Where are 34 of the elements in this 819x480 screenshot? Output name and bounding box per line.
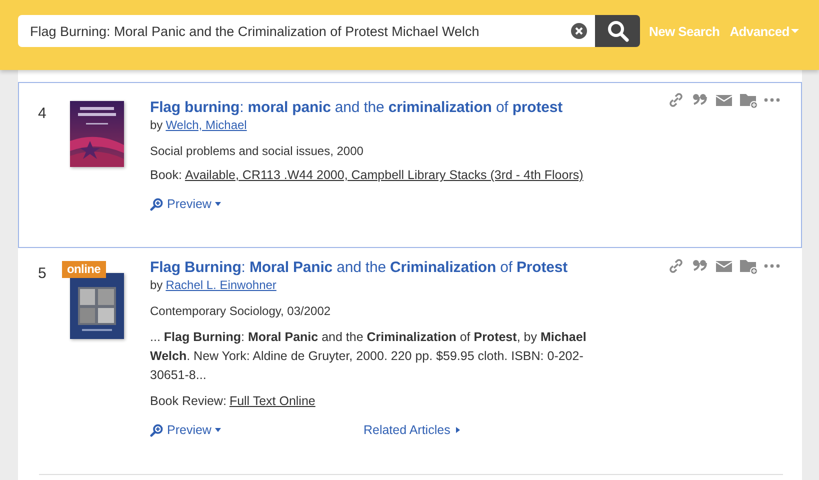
byline-text: by: [150, 117, 163, 133]
link-icon[interactable]: [667, 91, 685, 109]
zoom-icon: [150, 198, 163, 210]
result-title[interactable]: Flag Burning: Moral Panic and the Criminalization of Protest: [150, 259, 620, 277]
search-icon: [606, 20, 628, 42]
search-button[interactable]: [595, 15, 640, 47]
source-text: Contemporary Sociology, 03/2002: [150, 303, 332, 319]
snippet-text: ... Flag Burning: Moral Panic and the Criminalization of Protest, by Michael Welch. New York: Aldine de Gruyter, 2000. 220 pp. $59.95 cloth. ISBN: 0-202-30651-8...: [150, 329, 588, 384]
byline-text: by: [150, 277, 163, 293]
preview-dropdown[interactable]: Preview: [150, 197, 222, 211]
format-label: Book:: [150, 167, 182, 183]
search-field[interactable]: Flag Burning: Moral Panic and the Criminalization of Protest Michael Welch: [18, 15, 595, 47]
online-badge: online: [62, 261, 106, 278]
related-articles-link[interactable]: Related Articles: [363, 423, 460, 437]
availability-link[interactable]: Full Text Online: [229, 393, 316, 409]
caret-icon: [456, 427, 460, 433]
link-icon[interactable]: [667, 257, 685, 275]
source-text: Social problems and social issues, 2000: [150, 143, 364, 159]
result-card[interactable]: [18, 82, 802, 248]
author-link[interactable]: Welch, Michael: [166, 117, 247, 133]
format-label: Book Review:: [150, 393, 226, 409]
caret-icon: [215, 428, 222, 432]
result-title[interactable]: Flag burning: moral panic and the criminalization of protest: [150, 99, 620, 117]
result-number: 5: [37, 264, 48, 284]
folder-add-icon[interactable]: [739, 91, 757, 109]
caret-icon: [215, 202, 222, 206]
preview-dropdown[interactable]: Preview: [150, 423, 222, 437]
caret-icon: [791, 29, 800, 33]
zoom-icon: [150, 424, 163, 436]
author-link[interactable]: Rachel L. Einwohner: [166, 277, 276, 293]
availability-link[interactable]: Available, CR113 .W44 2000, Campbell Library Stacks (3rd - 4th Floors): [184, 167, 584, 183]
result-number: 4: [37, 104, 48, 124]
folder-add-icon[interactable]: [739, 257, 757, 275]
clear-icon[interactable]: [571, 23, 587, 39]
